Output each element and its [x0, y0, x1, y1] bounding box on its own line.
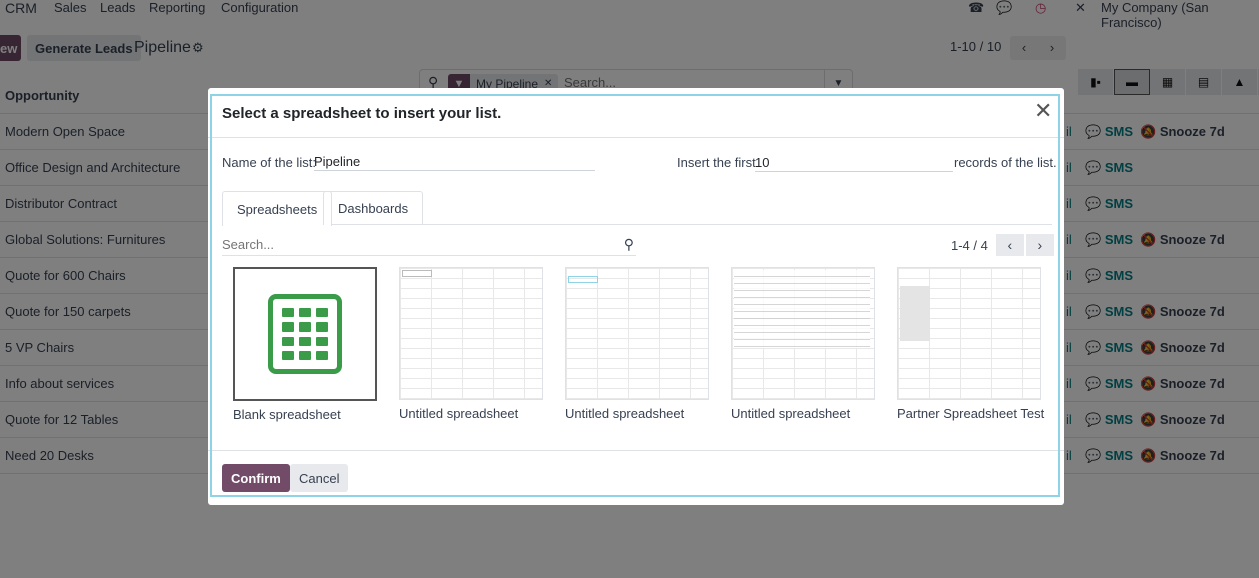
spreadsheet-name: Blank spreadsheet — [233, 407, 341, 422]
cancel-button[interactable]: Cancel — [290, 464, 349, 492]
dialog-pager-value: 1-4 / 4 — [951, 237, 988, 253]
spreadsheet-name: Untitled spreadsheet — [399, 406, 519, 421]
spreadsheet-name: Untitled spreadsheet — [565, 406, 685, 421]
list-name-input[interactable]: Pipeline — [314, 151, 595, 171]
records-count-input[interactable]: 10 — [755, 152, 953, 172]
spreadsheet-card[interactable]: Untitled spreadsheet — [731, 267, 875, 421]
records-label: records of the list. — [954, 155, 1057, 170]
spreadsheet-search: ⚲ — [222, 234, 636, 256]
blank-spreadsheet-thumbnail[interactable] — [233, 267, 377, 401]
insert-first-label: Insert the first — [677, 155, 756, 170]
spreadsheet-thumbnail[interactable] — [731, 267, 875, 400]
spreadsheet-search-input[interactable] — [222, 234, 602, 252]
spreadsheet-thumbnail[interactable] — [399, 267, 543, 400]
tab-spreadsheets[interactable]: Spreadsheets — [222, 191, 333, 226]
spreadsheet-card[interactable]: Untitled spreadsheet — [565, 267, 709, 421]
close-icon[interactable]: ✕ — [1034, 100, 1052, 122]
list-name-label: Name of the list: — [222, 155, 316, 170]
insert-list-dialog: Select a spreadsheet to insert your list… — [208, 88, 1064, 505]
spreadsheet-thumbnail[interactable] — [897, 267, 1041, 400]
spreadsheet-icon — [268, 294, 342, 374]
dialog-footer: Confirm Cancel — [208, 450, 1064, 505]
spreadsheet-card[interactable]: Untitled spreadsheet — [399, 267, 543, 421]
dialog-prev-icon[interactable]: ‹ — [995, 234, 1024, 256]
spreadsheet-card[interactable]: Blank spreadsheet — [233, 267, 377, 422]
dialog-title: Select a spreadsheet to insert your list… — [222, 105, 502, 122]
confirm-button[interactable]: Confirm — [222, 464, 290, 492]
spreadsheet-thumbnail[interactable] — [565, 267, 709, 400]
tab-dashboards[interactable]: Dashboards — [323, 191, 424, 225]
spreadsheet-name: Untitled spreadsheet — [731, 406, 851, 421]
dialog-next-icon[interactable]: › — [1025, 234, 1054, 256]
dialog-tabs: Spreadsheets Dashboards — [222, 191, 1052, 226]
spreadsheet-card[interactable]: Partner Spreadsheet Test — [897, 267, 1045, 421]
spreadsheet-name: Partner Spreadsheet Test — [897, 406, 1045, 421]
dialog-pager: 1-4 / 4 ‹ › — [951, 234, 1054, 256]
dialog-header: Select a spreadsheet to insert your list… — [208, 88, 1064, 138]
search-icon[interactable]: ⚲ — [624, 236, 634, 253]
